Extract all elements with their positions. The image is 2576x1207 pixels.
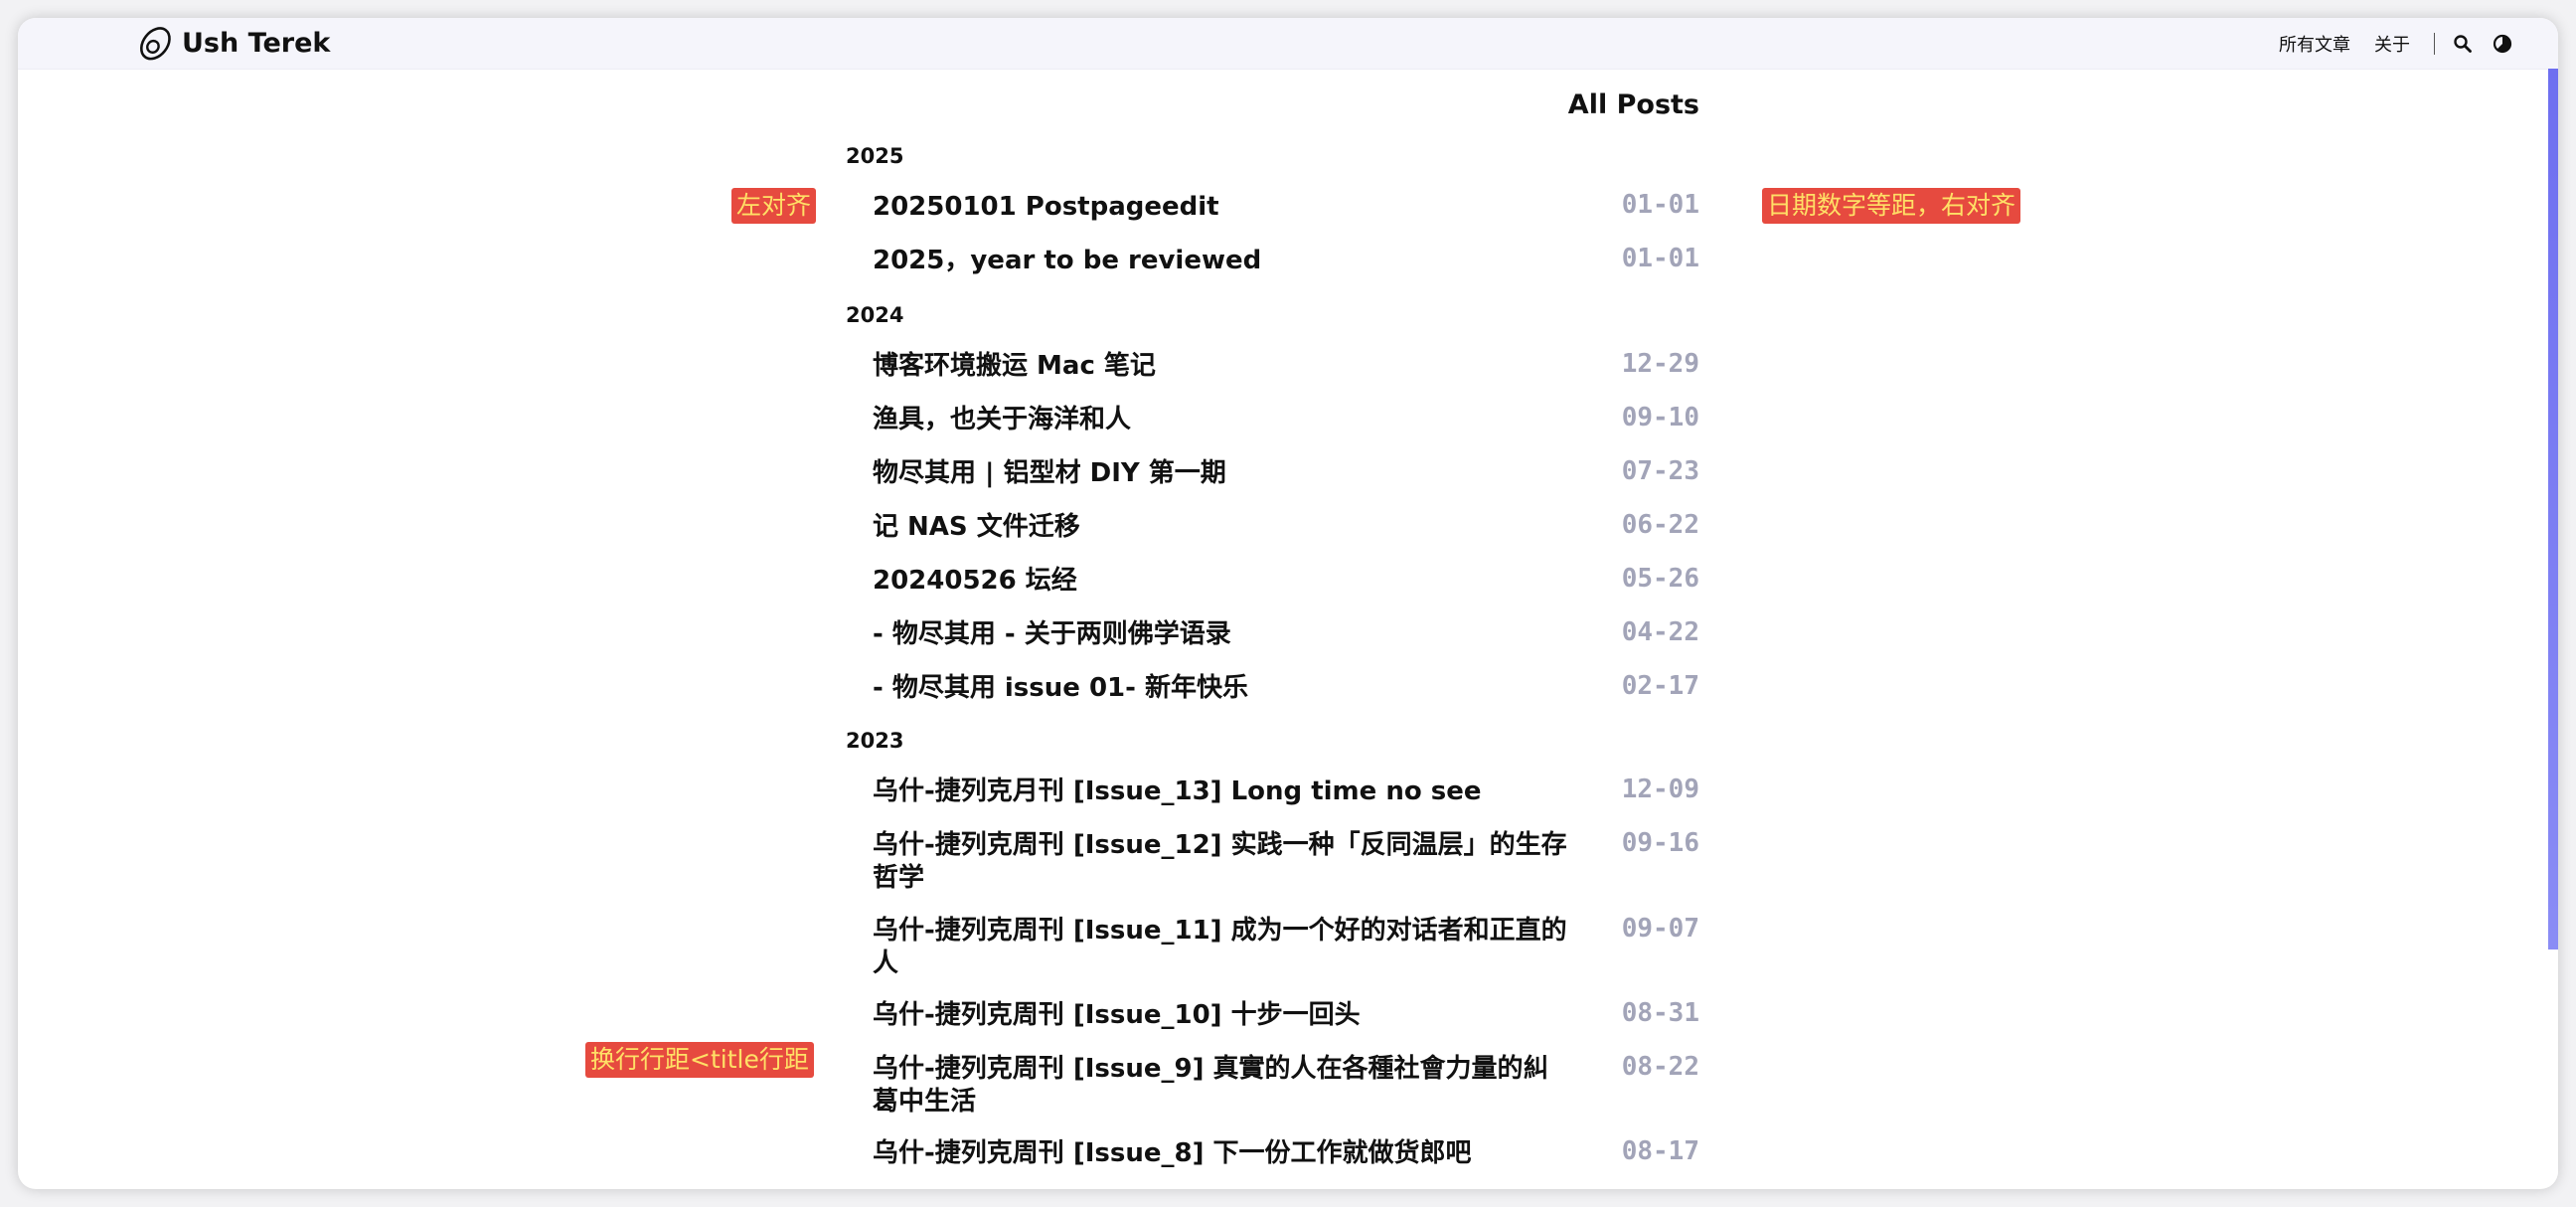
post-title: 博客环境搬运 Mac 笔记 (873, 351, 1156, 381)
post-date: 08-31 (1621, 998, 1699, 1028)
post-date: 09-16 (1621, 828, 1699, 858)
browser-window: Ush Terek 所有文章 关于 All Posts 2025 2025010… (18, 18, 2558, 1189)
post-date: 08-17 (1621, 1136, 1699, 1166)
post-date: 01-01 (1621, 190, 1699, 220)
year-heading-2023: 2023 (846, 729, 904, 753)
annotation-line-spacing: 换行行距<title行距 (585, 1042, 814, 1078)
post-date: 05-26 (1621, 564, 1699, 594)
annotation-left-align: 左对齐 (731, 188, 817, 224)
post-date: 07-23 (1621, 456, 1699, 486)
post-title: 乌什-捷列克周刊 [Issue_10] 十步一回头 (873, 1000, 1361, 1030)
post-date: 04-22 (1621, 617, 1699, 647)
post-date: 09-07 (1621, 914, 1699, 944)
post-date: 12-09 (1621, 775, 1699, 804)
post-title: 乌什-捷列克周刊 [Issue_9] 真實的人在各種社會力量的糾葛中生活 (873, 1054, 1549, 1117)
post-date: 06-22 (1621, 510, 1699, 540)
post-title: 记 NAS 文件迁移 (873, 512, 1080, 542)
page-title: All Posts (1567, 89, 1699, 120)
post-date: 01-01 (1621, 244, 1699, 273)
post-date: 08-22 (1621, 1052, 1699, 1082)
post-title: - 物尽其用 issue 01- 新年快乐 (873, 673, 1248, 703)
post-title: 20250101 Postpageedit (873, 192, 1219, 222)
annotation-date-align: 日期数字等距，右对齐 (1762, 188, 2021, 224)
year-heading-2024: 2024 (846, 303, 904, 327)
post-title: 2025，year to be reviewed (873, 246, 1262, 275)
post-title: 渔具，也关于海洋和人 (873, 405, 1132, 434)
post-title: 乌什-捷列克周刊 [Issue_11] 成为一个好的对话者和正直的人 (873, 916, 1567, 978)
post-title: 乌什-捷列克周刊 [Issue_12] 实践一种「反同温层」的生存哲学 (873, 830, 1567, 893)
post-date: 12-29 (1621, 349, 1699, 379)
post-archive: All Posts 2025 20250101 Postpageedit 01-… (18, 18, 2558, 1189)
post-title: 乌什-捷列克周刊 [Issue_8] 下一份工作就做货郎吧 (873, 1138, 1472, 1168)
post-date: 09-10 (1621, 403, 1699, 432)
post-title: 20240526 坛经 (873, 566, 1077, 596)
post-title: - 物尽其用 - 关于两则佛学语录 (873, 619, 1231, 649)
post-title: 物尽其用 | 铝型材 DIY 第一期 (873, 458, 1226, 488)
post-title: 乌什-捷列克月刊 [Issue_13] Long time no see (873, 776, 1482, 806)
post-date: 02-17 (1621, 671, 1699, 701)
year-heading-2025: 2025 (846, 144, 904, 168)
